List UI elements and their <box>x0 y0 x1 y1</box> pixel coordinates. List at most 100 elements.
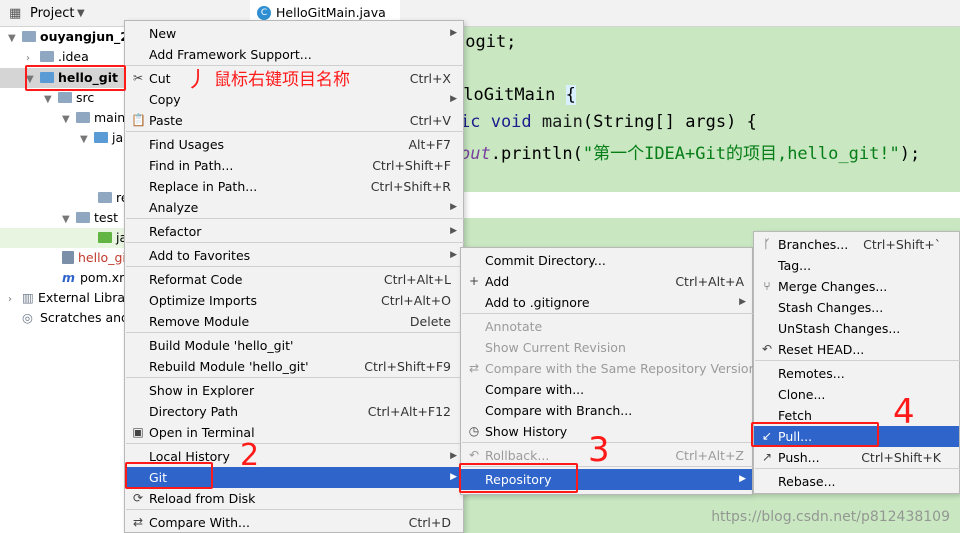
paste-icon: 📋 <box>131 113 146 127</box>
maven-icon: m <box>62 270 76 285</box>
context-menu-item-add-framework-support[interactable]: Add Framework Support... <box>125 44 463 65</box>
git-menu-item-add-to-gitignore[interactable]: Add to .gitignore ▶ <box>461 292 752 313</box>
submenu-arrow-icon: ▶ <box>739 297 746 307</box>
context-menu-item-new[interactable]: New ▶ <box>125 23 463 44</box>
context-menu-item-show-in-explorer[interactable]: Show in Explorer <box>125 380 463 401</box>
context-menu-item-remove-module[interactable]: Remove Module Delete <box>125 311 463 332</box>
menu-item-label: Add to Favorites <box>149 248 251 263</box>
repo-menu-item-push[interactable]: ↗ Push... Ctrl+Shift+K <box>754 447 959 468</box>
git-menu-item-compare-with-branch[interactable]: Compare with Branch... <box>461 400 752 421</box>
context-menu-item-copy[interactable]: Copy ▶ <box>125 89 463 110</box>
scratches-icon: ◎ <box>22 310 33 325</box>
context-menu-item-directory-path[interactable]: Directory Path Ctrl+Alt+F12 <box>125 401 463 422</box>
git-menu-item-add[interactable]: + Add Ctrl+Alt+A <box>461 271 752 292</box>
git-menu-item-show-current-revision[interactable]: Show Current Revision <box>461 337 752 358</box>
repo-menu-item-rebase[interactable]: Rebase... <box>754 471 959 492</box>
annotation-step2: 2 <box>240 438 260 473</box>
tree-node-test-java[interactable]: ja <box>98 228 126 248</box>
menu-item-shortcut: Ctrl+Shift+` <box>863 237 941 252</box>
chevron-down-icon[interactable]: ▼ <box>44 90 58 110</box>
chevron-down-icon[interactable]: ▼ <box>77 8 85 19</box>
chevron-right-icon[interactable]: › <box>8 290 22 310</box>
context-menu-item-add-to-favorites[interactable]: Add to Favorites ▶ <box>125 245 463 266</box>
menu-item-shortcut: Ctrl+X <box>409 71 451 86</box>
menu-item-label: Show in Explorer <box>149 383 255 398</box>
menu-item-label: Show Current Revision <box>485 340 626 355</box>
repo-menu-item-merge-changes[interactable]: ⑂ Merge Changes... <box>754 276 959 297</box>
tree-node-main[interactable]: ▼ main <box>62 108 125 128</box>
git-menu-item-annotate[interactable]: Annotate <box>461 316 752 337</box>
menu-item-label: Add Framework Support... <box>149 47 312 62</box>
repo-menu-item-clone[interactable]: Clone... <box>754 384 959 405</box>
context-menu-item-optimize-imports[interactable]: Optimize Imports Ctrl+Alt+O <box>125 290 463 311</box>
test-folder-icon <box>98 232 112 243</box>
menu-item-shortcut: Ctrl+Shift+F9 <box>364 359 451 374</box>
menu-item-label: Clone... <box>778 387 826 402</box>
context-menu: New ▶ Add Framework Support... ✂ Cut Ctrl+X Co… <box>124 20 464 533</box>
menu-item-label: Merge Changes... <box>778 279 888 294</box>
tree-node-idea[interactable]: › .idea <box>26 47 89 67</box>
reset-head-icon: ↶ <box>761 342 773 356</box>
menu-item-label: Rebuild Module 'hello_git' <box>149 359 309 374</box>
context-menu-item-replace-in-path[interactable]: Replace in Path... Ctrl+Shift+R <box>125 176 463 197</box>
context-menu-item-build-module-hello-git[interactable]: Build Module 'hello_git' <box>125 335 463 356</box>
project-view-title[interactable]: Project <box>30 6 74 21</box>
git-menu-item-commit-directory[interactable]: Commit Directory... <box>461 250 752 271</box>
context-menu-item-refactor[interactable]: Refactor ▶ <box>125 221 463 242</box>
menu-item-label: Add <box>485 274 510 289</box>
context-menu-item-paste[interactable]: 📋 Paste Ctrl+V <box>125 110 463 131</box>
menu-item-label: Remove Module <box>149 314 250 329</box>
repo-menu-item-branches[interactable]: ᚴ Branches... Ctrl+Shift+` <box>754 234 959 255</box>
context-menu-item-find-in-path[interactable]: Find in Path... Ctrl+Shift+F <box>125 155 463 176</box>
tree-node-src[interactable]: ▼ src <box>44 88 94 108</box>
context-menu-item-open-in-terminal[interactable]: ▣ Open in Terminal <box>125 422 463 443</box>
context-menu-item-reload-from-disk[interactable]: ⟳ Reload from Disk <box>125 488 463 509</box>
submenu-arrow-icon: ▶ <box>450 28 457 38</box>
repo-menu-item-remotes[interactable]: Remotes... <box>754 363 959 384</box>
menu-item-shortcut: Ctrl+Shift+K <box>861 450 941 465</box>
context-menu-item-find-usages[interactable]: Find Usages Alt+F7 <box>125 134 463 155</box>
annotation-box-pull <box>751 422 879 447</box>
submenu-arrow-icon: ▶ <box>450 250 457 260</box>
menu-item-label: Reformat Code <box>149 272 243 287</box>
tree-node-resources[interactable]: re <box>98 188 126 208</box>
chevron-down-icon[interactable]: ▼ <box>80 130 94 150</box>
tree-node-main-java[interactable]: ▼ ja <box>80 128 123 148</box>
menu-item-label: Replace in Path... <box>149 179 258 194</box>
git-menu-item-compare-with[interactable]: Compare with... <box>461 379 752 400</box>
menu-item-label: Annotate <box>485 319 543 334</box>
show-history-icon: ◷ <box>468 424 480 438</box>
repo-menu-item-unstash-changes[interactable]: UnStash Changes... <box>754 318 959 339</box>
annotation-step3: 3 <box>588 430 610 470</box>
repo-menu-item-reset-head[interactable]: ↶ Reset HEAD... <box>754 339 959 360</box>
folder-icon <box>22 31 36 42</box>
chevron-down-icon[interactable]: ▼ <box>8 29 22 49</box>
context-menu-item-analyze[interactable]: Analyze ▶ <box>125 197 463 218</box>
chevron-down-icon[interactable]: ▼ <box>62 110 76 130</box>
file-icon <box>62 251 74 264</box>
reload-from-disk-icon: ⟳ <box>132 491 144 505</box>
tree-node-scratches[interactable]: ◎ Scratches and <box>22 308 126 328</box>
folder-icon <box>58 92 72 103</box>
repo-menu-item-tag[interactable]: Tag... <box>754 255 959 276</box>
tree-node-iml-file[interactable]: hello_gi <box>62 248 126 268</box>
menu-item-shortcut: Ctrl+Alt+F12 <box>367 404 451 419</box>
menu-item-label: Compare with... <box>485 382 585 397</box>
chevron-down-icon[interactable]: ▼ <box>62 210 76 230</box>
resources-folder-icon <box>98 192 112 203</box>
menu-separator <box>126 242 464 243</box>
tree-node-root[interactable]: ▼ ouyangjun_2 <box>8 27 126 47</box>
menu-separator <box>126 131 464 132</box>
context-menu-item-reformat-code[interactable]: Reformat Code Ctrl+Alt+L <box>125 269 463 290</box>
repo-menu-item-stash-changes[interactable]: Stash Changes... <box>754 297 959 318</box>
menu-item-label: Paste <box>149 113 183 128</box>
context-menu-item-rebuild-module-hello-git[interactable]: Rebuild Module 'hello_git' Ctrl+Shift+F9 <box>125 356 463 377</box>
menu-separator <box>126 377 464 378</box>
tree-node-external-libraries[interactable]: › ▥ External Libra <box>8 288 125 308</box>
code-line-class: lloGitMain { <box>453 85 576 105</box>
tree-node-test[interactable]: ▼ test <box>62 208 118 228</box>
tree-node-pom[interactable]: m pom.xm <box>62 268 126 288</box>
git-menu-item-compare-with-the-same-repository-version[interactable]: ⇄ Compare with the Same Repository Versio… <box>461 358 757 379</box>
context-menu-item-compare-with[interactable]: ⇄ Compare With... Ctrl+D <box>125 512 463 533</box>
menu-item-shortcut: Ctrl+Shift+R <box>370 179 451 194</box>
